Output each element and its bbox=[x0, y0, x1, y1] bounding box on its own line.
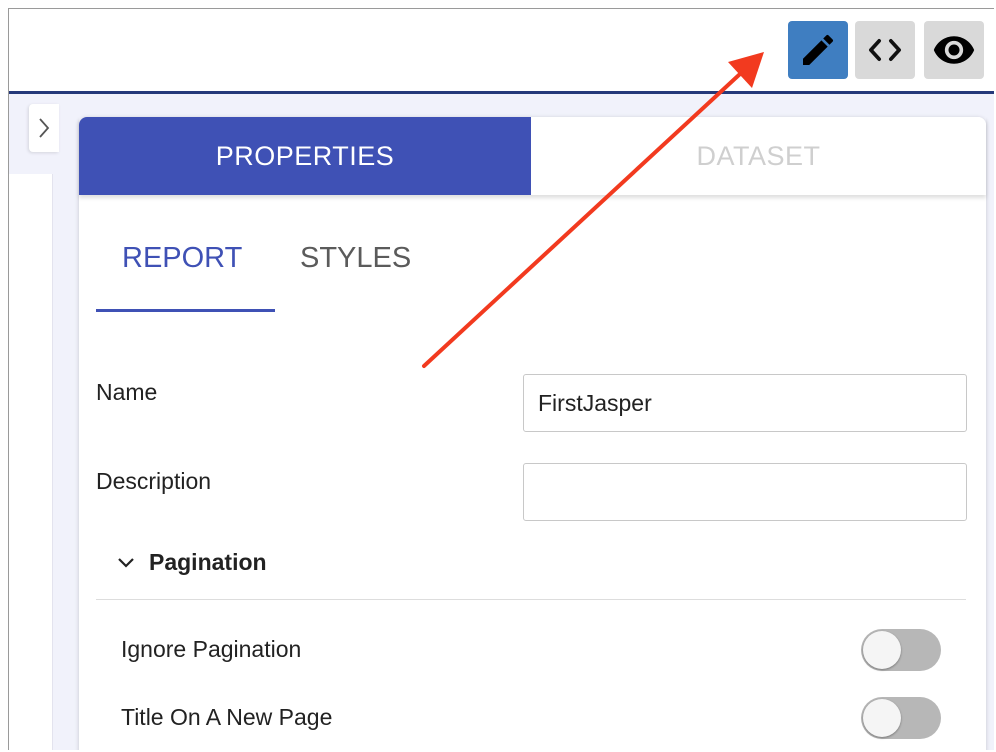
preview-button[interactable] bbox=[924, 21, 984, 79]
title-on-new-page-label: Title On A New Page bbox=[121, 704, 333, 730]
pencil-icon bbox=[803, 34, 834, 65]
description-field[interactable] bbox=[523, 463, 967, 521]
description-label: Description bbox=[96, 468, 212, 494]
chevron-right-icon bbox=[39, 118, 50, 138]
ignore-pagination-label: Ignore Pagination bbox=[121, 636, 302, 662]
left-rail bbox=[9, 174, 53, 750]
top-toolbar bbox=[9, 9, 994, 94]
active-subtab-indicator bbox=[96, 309, 275, 312]
collapse-panel-button[interactable] bbox=[29, 104, 59, 152]
code-icon bbox=[869, 39, 901, 62]
app-window: PROPERTIES DATASET REPORT STYLES Name De… bbox=[8, 8, 994, 750]
properties-panel: PROPERTIES DATASET REPORT STYLES Name De… bbox=[79, 117, 986, 750]
name-label: Name bbox=[96, 379, 158, 405]
section-divider bbox=[96, 599, 966, 600]
subtab-styles[interactable]: STYLES bbox=[300, 242, 411, 275]
workspace: PROPERTIES DATASET REPORT STYLES Name De… bbox=[9, 94, 994, 750]
pagination-section-header[interactable]: Pagination bbox=[117, 549, 267, 576]
tab-dataset[interactable]: DATASET bbox=[531, 117, 986, 195]
ignore-pagination-toggle[interactable] bbox=[861, 629, 941, 671]
pagination-title: Pagination bbox=[149, 549, 267, 575]
tab-properties[interactable]: PROPERTIES bbox=[79, 117, 531, 195]
name-field[interactable] bbox=[523, 374, 967, 432]
panel-tabs: PROPERTIES DATASET bbox=[79, 117, 986, 195]
subtab-report[interactable]: REPORT bbox=[122, 242, 242, 275]
eye-icon bbox=[933, 36, 975, 64]
toggle-knob bbox=[863, 631, 901, 669]
toggle-knob bbox=[863, 699, 901, 737]
edit-mode-button[interactable] bbox=[788, 21, 848, 79]
code-view-button[interactable] bbox=[855, 21, 915, 79]
chevron-down-icon bbox=[117, 557, 135, 569]
title-on-new-page-toggle[interactable] bbox=[861, 697, 941, 739]
